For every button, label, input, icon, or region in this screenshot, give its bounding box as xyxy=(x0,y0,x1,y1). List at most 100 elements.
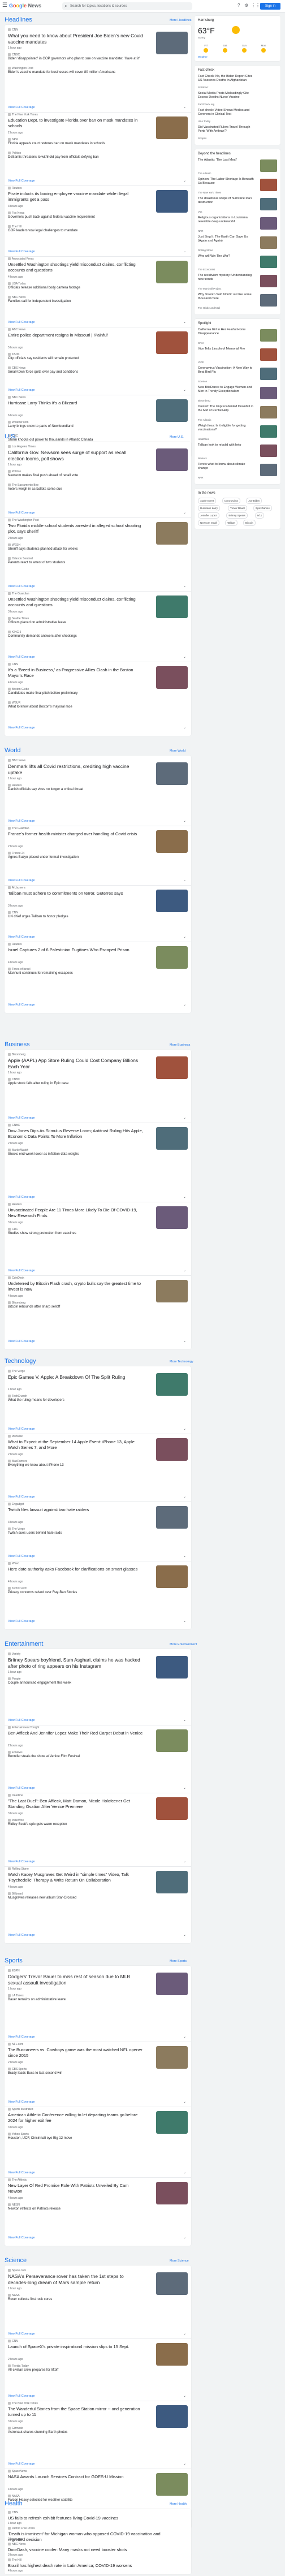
story-source[interactable]: The New York Times xyxy=(8,2402,38,2406)
story-headline[interactable]: Twitch files lawsuit against two hate ra… xyxy=(8,1507,144,1513)
related-headline[interactable]: Privacy concerns raised over Ray-Ban Sto… xyxy=(8,1591,149,1595)
related-headline[interactable]: Officers placed on administrative leave xyxy=(8,621,149,625)
fact_check-item-source[interactable]: FactCheck.org xyxy=(198,103,214,106)
related-headline[interactable]: Bennifer steals the show at Venice Film … xyxy=(8,1755,149,1759)
related-source-name[interactable]: CNBC xyxy=(12,1078,20,1081)
related-headline[interactable]: Bauer remains on administrative leave xyxy=(8,1998,149,2003)
related-headline[interactable]: Everything we know about iPhone 13 xyxy=(8,1464,149,1468)
chevron-down-icon[interactable]: ⌄ xyxy=(183,935,186,939)
story-headline[interactable]: American Athletic Conference willing to … xyxy=(8,2112,144,2123)
full-coverage-link[interactable]: View Full Coverage xyxy=(8,1786,35,1790)
related-source-name[interactable]: WESH xyxy=(12,543,20,547)
related-source-name[interactable]: Times of Israel xyxy=(12,968,31,971)
related-story[interactable]: USA Today Officials release additional bo… xyxy=(8,282,178,295)
sports-more-link[interactable]: More Sports xyxy=(170,1959,187,1964)
source-name[interactable]: Bloomberg xyxy=(12,1053,25,1056)
story-headline[interactable]: Brazil has highest death rate in Latin A… xyxy=(8,2563,178,2569)
related-story[interactable]: France 24 Agnes Buzyn placed under formal… xyxy=(8,852,178,864)
related-story[interactable]: NASA Rover collects first rock cores xyxy=(8,2294,178,2306)
related-source-name[interactable]: Seattle Times xyxy=(12,617,29,620)
topic-chip[interactable]: Jennifer Lopez xyxy=(198,512,219,519)
beyond-item[interactable]: The recidivism mystery: Understanding ne… xyxy=(195,274,280,293)
story-thumbnail[interactable] xyxy=(156,762,188,785)
related-headline[interactable]: Biden's vaccine mandate for businesses w… xyxy=(8,71,149,75)
chevron-down-icon[interactable]: ⌄ xyxy=(183,2100,186,2104)
fact_check-item-headline[interactable]: Fact Check: No, the Biden Report Cites U… xyxy=(198,75,254,83)
related-source-name[interactable]: Fox News xyxy=(12,212,24,215)
story-source[interactable]: CNN xyxy=(8,2340,18,2344)
story-headline[interactable]: Entire police department resigns in Miss… xyxy=(8,333,144,338)
related-headline[interactable]: Larry brings snow to parts of Newfoundla… xyxy=(8,425,149,429)
story-world-2[interactable]: Al Jazeera Taliban must adhere to commitm… xyxy=(8,886,188,943)
story-science-2[interactable]: The New York Times The Wanderful Stories … xyxy=(8,2402,188,2470)
source-name[interactable]: The New York Times xyxy=(12,2402,38,2405)
story-headline[interactable]: The Wanderful Stories from the Space Sta… xyxy=(8,2406,144,2417)
topic-chip[interactable]: Epic Games xyxy=(253,505,272,511)
related-source-name[interactable]: WBUR xyxy=(12,701,20,705)
related-headline[interactable]: What the ruling means for developers xyxy=(8,1399,149,1403)
related-headline[interactable]: Couple announced engagement this week xyxy=(8,1681,149,1686)
spotlight-item-headline[interactable]: Taliban look to rebuild with help xyxy=(198,443,254,447)
story-source[interactable]: NFL.com xyxy=(8,2043,23,2047)
story-headlines-4[interactable]: ABC News Entire police department resigns… xyxy=(8,328,188,396)
topic-chip[interactable]: Coronavirus xyxy=(222,498,240,504)
story-headline[interactable]: Denmark lifts all Covid restrictions, cr… xyxy=(8,763,144,775)
source-name[interactable]: CNN xyxy=(12,28,18,32)
beyond-item-source[interactable]: The New York Times xyxy=(198,191,221,195)
fact_check-item-source[interactable]: PolitiFact xyxy=(198,86,209,89)
story-source[interactable]: Space.com xyxy=(8,2269,26,2273)
full-coverage-link[interactable]: View Full Coverage xyxy=(8,1268,35,1273)
related-source-name[interactable]: People xyxy=(12,1677,21,1681)
story-thumbnail[interactable] xyxy=(156,32,188,54)
beyond-item[interactable]: Who will Win The War? The Economist xyxy=(195,254,280,274)
related-source-name[interactable]: CBS News xyxy=(12,366,25,370)
chevron-down-icon[interactable]: ⌄ xyxy=(183,1116,186,1120)
related-headline[interactable]: Twitch sues users behind hate raids xyxy=(8,1531,149,1536)
story-us-1[interactable]: The Washington Post Two Florida middle sc… xyxy=(8,519,188,592)
spotlight-item-headline[interactable]: Here's what to know about climate change xyxy=(198,463,254,471)
technology-more-link[interactable]: More Technology xyxy=(170,1360,193,1364)
related-source[interactable]: France 24 xyxy=(8,852,25,856)
spotlight-item[interactable]: California Girl in Her Fearful Home Disa… xyxy=(195,328,280,347)
chevron-down-icon[interactable]: ⌄ xyxy=(183,1786,186,1790)
story-source[interactable]: Los Angeles Times xyxy=(8,445,36,449)
full-coverage-link[interactable]: View Full Coverage xyxy=(8,2462,35,2466)
full-coverage-link[interactable]: View Full Coverage xyxy=(8,1619,35,1624)
related-story[interactable]: NASA Falcon Heavy selected for weather sa… xyxy=(8,2495,178,2507)
story-source[interactable]: CNBC xyxy=(8,1124,20,1128)
related-source-name[interactable]: CNBC xyxy=(12,53,20,57)
related-story[interactable]: CBS News Small-town force quits over pay … xyxy=(8,366,178,379)
story-technology-1[interactable]: 9to5Mac What to Expect at the September 1… xyxy=(8,1435,188,1503)
spotlight-item-thumbnail[interactable] xyxy=(260,425,277,438)
weather-location[interactable]: Harrisburg xyxy=(198,18,214,23)
story-headlines-1[interactable]: The New York Times Education Dept. to inv… xyxy=(8,113,188,187)
story-technology-3[interactable]: Wired Here date authority asks Facebook f… xyxy=(8,1562,188,1627)
chevron-down-icon[interactable]: ⌄ xyxy=(183,1619,186,1624)
related-headline[interactable]: Biden 'disappointed' in GOP governors wh… xyxy=(8,57,149,62)
story-headline[interactable]: Dow Jones Dips As Stimulus Reverse Loom;… xyxy=(8,1128,144,1139)
source-name[interactable]: The Washington Post xyxy=(12,519,39,522)
beyond-item[interactable]: Why Toronto Sold Nordic out like some th… xyxy=(195,293,280,312)
story-source[interactable]: BBC News xyxy=(8,759,25,763)
spotlight-item-source[interactable]: Bloomberg xyxy=(198,399,210,403)
related-source[interactable]: E! News xyxy=(8,1751,23,1755)
story-source[interactable]: Sports Illustrated xyxy=(8,2108,33,2112)
related-source[interactable]: KSDK xyxy=(8,353,20,357)
chevron-down-icon[interactable]: ⌄ xyxy=(183,819,186,823)
related-source-name[interactable]: France 24 xyxy=(12,852,25,855)
story-world-0[interactable]: BBC News Denmark lifts all Covid restrict… xyxy=(8,759,188,827)
story-source[interactable]: Rolling Stone xyxy=(8,1867,29,1871)
related-source-name[interactable]: The Verge xyxy=(12,1528,25,1531)
related-source-name[interactable]: TechCrunch xyxy=(12,1587,27,1590)
topic-chip[interactable]: Newsom recall xyxy=(198,520,219,526)
related-story[interactable]: IndieWire Ridley Scott's epic gets warm r… xyxy=(8,1819,178,1831)
related-story[interactable]: WESH Sheriff says students planned attack… xyxy=(8,543,178,556)
story-source[interactable]: CNN xyxy=(8,663,18,667)
chevron-down-icon[interactable]: ⌄ xyxy=(183,388,186,392)
story-entertainment-3[interactable]: Rolling Stone Watch Kacey Musgraves Get W… xyxy=(8,1867,188,1941)
health-section-title[interactable]: Health xyxy=(5,2500,23,2508)
related-story[interactable]: CDC Studies show strong protection from v… xyxy=(8,1228,178,1240)
related-source[interactable]: NESN xyxy=(8,2203,20,2207)
story-thumbnail[interactable] xyxy=(156,1127,188,1150)
related-source-name[interactable]: Gizmodo xyxy=(12,2427,23,2430)
